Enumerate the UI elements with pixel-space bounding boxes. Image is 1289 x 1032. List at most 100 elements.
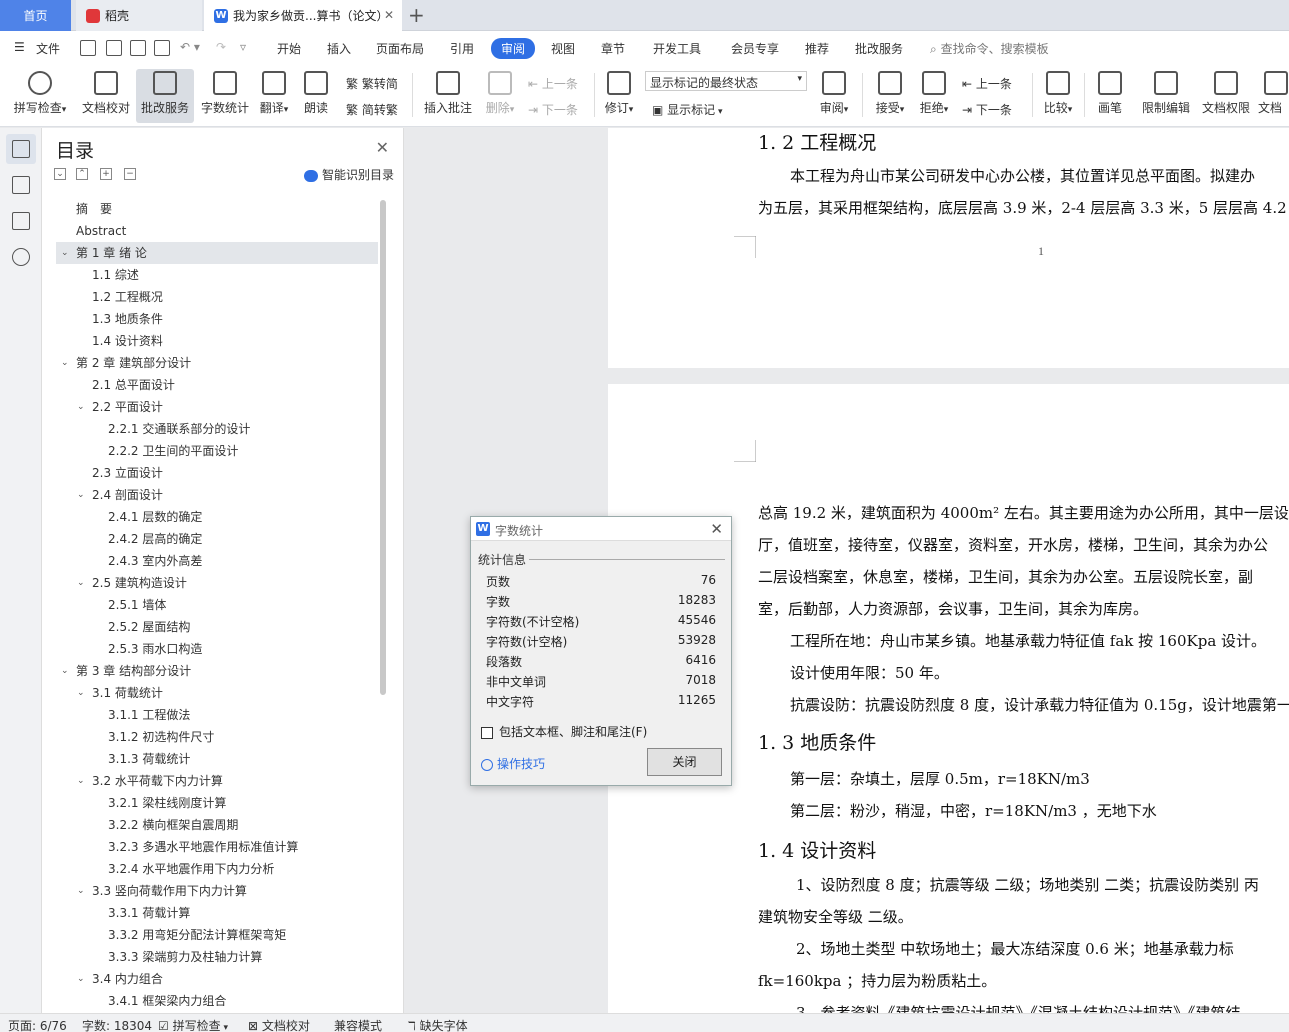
spell-check-status[interactable]: ☑ 拼写检查 ▾ — [158, 1017, 228, 1032]
tab-daoke[interactable]: 稻壳 — [76, 0, 202, 31]
toc-item[interactable]: 2.1 总平面设计 — [56, 374, 378, 396]
insert-comment-button[interactable]: 插入批注 — [420, 69, 476, 123]
close-icon[interactable]: ✕ — [376, 138, 389, 157]
toc-item[interactable]: ⌄ 3.2 水平荷载下内力计算 — [56, 770, 378, 792]
next-change-button[interactable]: ⇥ 下一条 — [962, 101, 1012, 118]
menu-chapter[interactable]: 章节 — [601, 40, 625, 57]
quick-access-more-icon[interactable]: ▿ — [240, 40, 246, 54]
chevron-down-icon[interactable]: ⌄ — [77, 396, 85, 418]
menu-view[interactable]: 视图 — [551, 40, 575, 57]
toc-scrollbar[interactable] — [380, 200, 386, 695]
delete-comment-button[interactable]: 删除▾ — [480, 69, 520, 123]
word-count-button[interactable]: 字数统计 — [197, 69, 253, 123]
toc-item[interactable]: ⌄ 3.1 荷载统计 — [56, 682, 378, 704]
include-textbox-checkbox[interactable]: 包括文本框、脚注和尾注(F) — [481, 723, 647, 740]
doc-rights-button[interactable]: 文档权限 — [1198, 69, 1254, 123]
menu-reference[interactable]: 引用 — [450, 40, 474, 57]
print-preview-icon[interactable] — [154, 40, 170, 56]
dialog-titlebar[interactable]: W 字数统计 ✕ — [471, 517, 731, 541]
menu-page-layout[interactable]: 页面布局 — [376, 40, 424, 57]
toc-item[interactable]: ⌄ 3.4 内力组合 — [56, 968, 378, 990]
toc-item[interactable]: ⌄ 第 2 章 建筑部分设计 — [56, 352, 378, 374]
toc-item[interactable]: Abstract — [56, 220, 378, 242]
toc-item[interactable]: ⌄ 第 3 章 结构部分设计 — [56, 660, 378, 682]
chevron-down-icon[interactable]: ⌄ — [61, 242, 69, 264]
menu-member[interactable]: 会员专享 — [731, 40, 779, 57]
bookmark-icon[interactable] — [12, 212, 30, 230]
reject-button[interactable]: 拒绝▾ — [914, 69, 954, 123]
compare-button[interactable]: 比较▾ — [1038, 69, 1078, 123]
chevron-down-icon[interactable]: ⌄ — [61, 352, 69, 374]
toc-item[interactable]: 1.3 地质条件 — [56, 308, 378, 330]
toc-item[interactable]: 2.5.1 墙体 — [56, 594, 378, 616]
markup-state-select[interactable]: 显示标记的最终状态 ▾ — [645, 71, 807, 91]
menu-recommend[interactable]: 推荐 — [805, 40, 829, 57]
chevron-down-icon[interactable]: ⌄ — [77, 880, 85, 902]
print-icon[interactable] — [130, 40, 146, 56]
tips-link[interactable]: 操作技巧 — [481, 755, 545, 772]
save-icon[interactable] — [80, 40, 96, 56]
add-heading-icon[interactable]: + — [100, 168, 112, 180]
restrict-editing-button[interactable]: 限制编辑 — [1138, 69, 1194, 123]
toc-item[interactable]: 3.2.3 多遇水平地震作用标准值计算 — [56, 836, 378, 858]
toc-item[interactable]: 2.5.3 雨水口构造 — [56, 638, 378, 660]
find-icon[interactable] — [12, 248, 30, 266]
new-tab-button[interactable]: + — [408, 3, 425, 27]
pen-button[interactable]: 画笔 — [1090, 69, 1130, 123]
toc-item[interactable]: 2.2.1 交通联系部分的设计 — [56, 418, 378, 440]
undo-icon[interactable]: ↶ ▾ — [180, 40, 200, 54]
toc-item[interactable]: 2.4.3 室内外高差 — [56, 550, 378, 572]
chevron-down-icon[interactable]: ⌄ — [77, 770, 85, 792]
simp-to-trad-button[interactable]: 繁 简转繁 — [346, 101, 398, 118]
toc-item[interactable]: 摘 要 — [56, 198, 378, 220]
chevron-down-icon[interactable]: ⌄ — [77, 968, 85, 990]
hamburger-icon[interactable]: ☰ — [14, 40, 25, 54]
proofread-button[interactable]: 文档校对 — [78, 69, 134, 123]
tab-document[interactable]: W 我为家乡做贡...算书（论文） ✕ — [204, 0, 402, 31]
accept-button[interactable]: 接受▾ — [870, 69, 910, 123]
next-comment-button[interactable]: ⇥ 下一条 — [528, 101, 578, 118]
close-button[interactable]: 关闭 — [647, 748, 722, 776]
toc-item[interactable]: 1.2 工程概况 — [56, 286, 378, 308]
read-aloud-button[interactable]: 朗读 — [298, 69, 334, 123]
correction-service-button[interactable]: 批改服务 — [136, 69, 194, 123]
chevron-down-icon[interactable]: ⌄ — [77, 484, 85, 506]
toc-item[interactable]: 3.3.3 梁端剪力及柱轴力计算 — [56, 946, 378, 968]
toc-item[interactable]: 3.4.1 框架梁内力组合 — [56, 990, 378, 1006]
review-pane-button[interactable]: 审阅▾ — [814, 69, 854, 123]
menu-start[interactable]: 开始 — [277, 40, 301, 57]
page-indicator[interactable]: 页面: 6/76 — [8, 1017, 67, 1032]
export-icon[interactable] — [106, 40, 122, 56]
word-count-indicator[interactable]: 字数: 18304 — [82, 1017, 152, 1032]
toc-item[interactable]: 3.2.1 梁柱线刚度计算 — [56, 792, 378, 814]
toc-item[interactable]: 3.1.3 荷载统计 — [56, 748, 378, 770]
tab-home[interactable]: 首页 — [0, 0, 71, 31]
collapse-level-icon[interactable]: ⌄ — [54, 168, 66, 180]
proofread-status[interactable]: ⊠ 文档校对 — [248, 1017, 310, 1032]
show-markup-button[interactable]: ▣ 显示标记 ▾ — [652, 101, 723, 118]
doc-more-button[interactable]: 文档 — [1258, 69, 1289, 123]
spell-check-button[interactable]: 拼写检查▾ — [8, 69, 72, 123]
menu-file[interactable]: 文件 — [36, 40, 60, 57]
translate-button[interactable]: 翻译▾ — [256, 69, 292, 123]
toc-item[interactable]: 3.2.2 横向框架自震周期 — [56, 814, 378, 836]
menu-dev-tools[interactable]: 开发工具 — [653, 40, 701, 57]
smart-toc-button[interactable]: 智能识别目录 — [304, 166, 394, 183]
close-icon[interactable]: ✕ — [384, 8, 394, 22]
chevron-down-icon[interactable]: ⌄ — [77, 682, 85, 704]
prev-comment-button[interactable]: ⇤ 上一条 — [528, 75, 578, 92]
toc-item[interactable]: ⌄ 第 1 章 绪 论 — [56, 242, 378, 264]
toc-item[interactable]: ⌄ 2.2 平面设计 — [56, 396, 378, 418]
toc-item[interactable]: ⌄ 2.5 建筑构造设计 — [56, 572, 378, 594]
missing-font-status[interactable]: ℸ 缺失字体 — [408, 1017, 468, 1032]
toc-item[interactable]: 3.3.2 用弯矩分配法计算框架弯矩 — [56, 924, 378, 946]
chevron-down-icon[interactable]: ⌄ — [61, 660, 69, 682]
toc-item[interactable]: 2.4.1 层数的确定 — [56, 506, 378, 528]
toc-item[interactable]: 2.5.2 屋面结构 — [56, 616, 378, 638]
toc-item[interactable]: 3.2.4 水平地震作用下内力分析 — [56, 858, 378, 880]
redo-icon[interactable]: ↷ — [216, 40, 226, 54]
trad-to-simp-button[interactable]: 繁 繁转简 — [346, 75, 398, 92]
toc-item[interactable]: 2.3 立面设计 — [56, 462, 378, 484]
toc-item[interactable]: ⌄ 3.3 竖向荷载作用下内力计算 — [56, 880, 378, 902]
toc-item[interactable]: 2.4.2 层高的确定 — [56, 528, 378, 550]
